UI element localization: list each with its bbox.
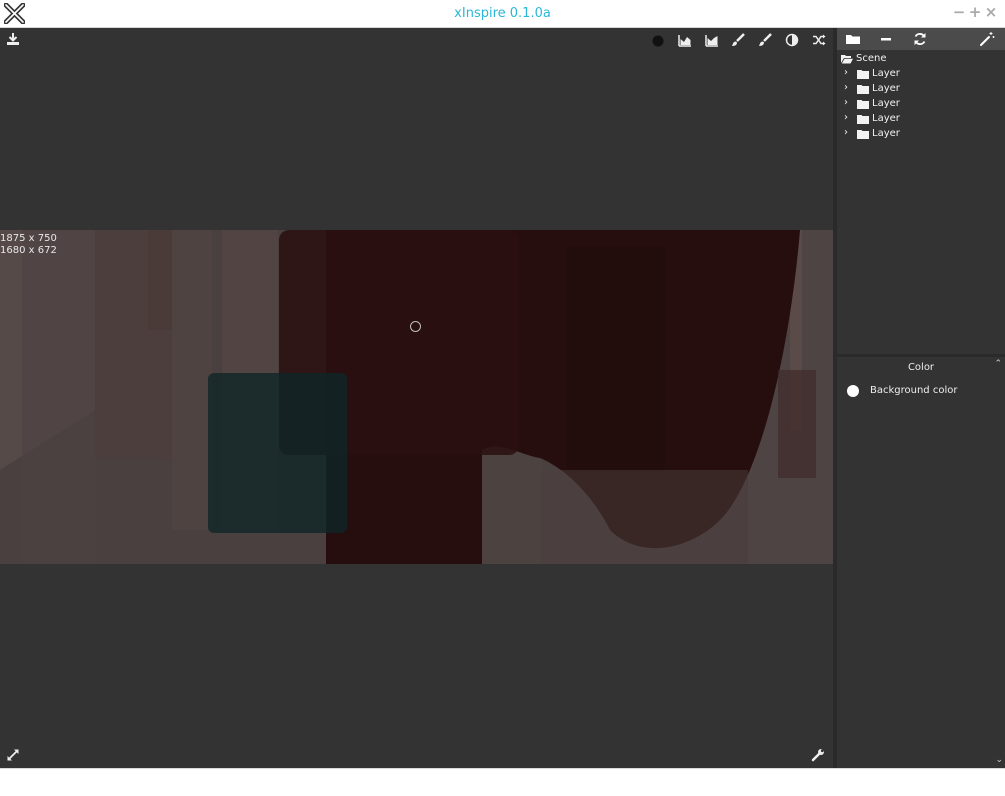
folder-icon (857, 85, 869, 94)
tree-item-scene[interactable]: Scene (837, 52, 1005, 67)
tree-item-label: Layer (872, 98, 900, 109)
chevron-down-icon[interactable]: ⌄ (995, 755, 1003, 765)
download-icon[interactable] (6, 32, 20, 46)
tree-item-layer[interactable]: › Layer (837, 67, 1005, 82)
wrench-icon[interactable] (811, 748, 825, 762)
chevron-right-icon[interactable]: › (844, 127, 848, 138)
artwork-layers (0, 230, 833, 564)
tree-item-label: Layer (872, 83, 900, 94)
maximize-button[interactable]: + (968, 5, 982, 20)
background-color-swatch[interactable] (847, 385, 859, 397)
tree-item-layer[interactable]: › Layer (837, 112, 1005, 127)
refresh-icon[interactable] (912, 31, 928, 47)
expand-icon[interactable] (6, 748, 20, 762)
paint-brush-alt-icon[interactable] (758, 33, 772, 47)
canvas-size-secondary: 1680 x 672 (0, 245, 57, 256)
tree-item-label: Layer (872, 113, 900, 124)
tree-item-layer[interactable]: › Layer (837, 97, 1005, 112)
folder-open-icon (841, 55, 853, 64)
folder-icon (857, 100, 869, 109)
panel-splitter[interactable] (837, 354, 1005, 357)
viewport[interactable]: 1875 x 750 1680 x 672 (0, 28, 833, 768)
minus-icon[interactable] (878, 31, 894, 47)
brush-cursor (410, 321, 421, 332)
artwork-canvas[interactable]: 1875 x 750 1680 x 672 (0, 230, 833, 564)
paint-brush-icon[interactable] (731, 33, 745, 47)
background-color-row[interactable]: Background color (837, 383, 1005, 399)
canvas-size-primary: 1875 x 750 (0, 233, 57, 244)
status-bar (0, 768, 1005, 796)
tree-root-label: Scene (856, 53, 887, 64)
chart-area-alt-icon[interactable] (705, 33, 719, 47)
folder-icon (857, 115, 869, 124)
tree-item-layer[interactable]: › Layer (837, 82, 1005, 97)
chevron-right-icon[interactable]: › (844, 67, 848, 78)
minimize-button[interactable]: − (952, 5, 966, 20)
shuffle-icon[interactable] (812, 33, 826, 47)
properties-title: Color (907, 362, 935, 373)
chevron-right-icon[interactable]: › (844, 82, 848, 93)
magic-wand-icon[interactable] (979, 31, 995, 47)
title-bar: xInspire 0.1.0a − + × (0, 0, 1005, 28)
chevron-right-icon[interactable]: › (844, 97, 848, 108)
chevron-up-icon[interactable]: ⌃ (994, 359, 1002, 369)
folder-icon (857, 70, 869, 79)
chart-area-icon[interactable] (678, 33, 692, 47)
folder-icon (857, 130, 869, 139)
background-color-label: Background color (870, 385, 958, 396)
tree-item-layer[interactable]: › Layer (837, 127, 1005, 142)
contrast-icon[interactable] (785, 33, 799, 47)
folder-icon[interactable] (845, 31, 861, 47)
circle-icon[interactable] (651, 34, 665, 48)
sidebar: Scene › Layer › Layer › Layer › Layer › … (837, 28, 1005, 768)
tree-item-label: Layer (872, 128, 900, 139)
chevron-right-icon[interactable]: › (844, 112, 848, 123)
close-button[interactable]: × (984, 5, 998, 20)
scene-tree: Scene › Layer › Layer › Layer › Layer › … (837, 52, 1005, 142)
tree-item-label: Layer (872, 68, 900, 79)
app-title: xInspire 0.1.0a (454, 6, 551, 21)
sidebar-toolbar (837, 28, 1005, 50)
